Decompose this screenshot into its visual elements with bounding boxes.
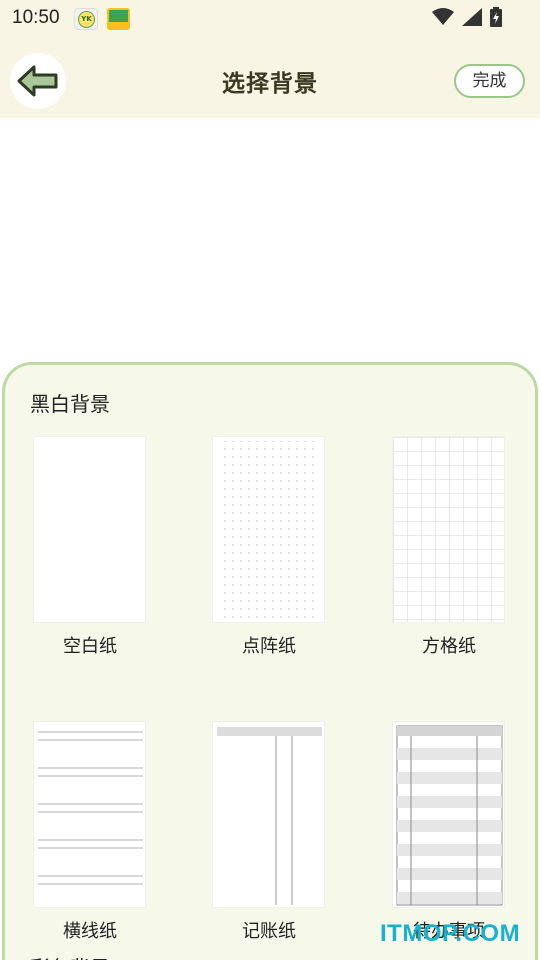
status-bar: 10:50 YK [0, 0, 540, 38]
background-option-label: 点阵纸 [242, 636, 296, 657]
app-notification-icon-2 [107, 8, 130, 30]
grid-pattern [393, 437, 504, 622]
background-option-todo[interactable] [392, 721, 505, 908]
todo-pattern [396, 725, 503, 906]
background-option-dots[interactable] [212, 436, 325, 623]
background-option-ledger[interactable] [212, 721, 325, 908]
app-notification-icon-label: YK [78, 11, 95, 28]
wifi-icon [432, 8, 454, 25]
watermark: ITMOP.COM [380, 920, 521, 947]
app-notification-icon: YK [74, 8, 98, 30]
section-title-bw: 黑白背景 [30, 392, 110, 416]
section-title-color: 彩色背景 [30, 952, 110, 960]
ledger-pattern [217, 727, 322, 905]
signal-icon [462, 8, 482, 26]
background-option-label: 记账纸 [242, 921, 296, 942]
background-option-label: 方格纸 [422, 636, 476, 657]
background-option-blank[interactable] [33, 436, 146, 623]
background-option-label: 空白纸 [63, 636, 117, 657]
dot-grid-pattern [219, 441, 320, 620]
status-icons [432, 7, 502, 27]
lined-paper-pattern [38, 731, 143, 885]
status-time: 10:50 [12, 7, 60, 28]
done-button[interactable]: 完成 [454, 64, 525, 98]
background-option-grid[interactable] [392, 436, 505, 623]
header: 选择背景 完成 [0, 38, 540, 118]
background-option-label: 横线纸 [63, 921, 117, 942]
background-option-lines[interactable] [33, 721, 146, 908]
battery-icon [490, 7, 502, 27]
